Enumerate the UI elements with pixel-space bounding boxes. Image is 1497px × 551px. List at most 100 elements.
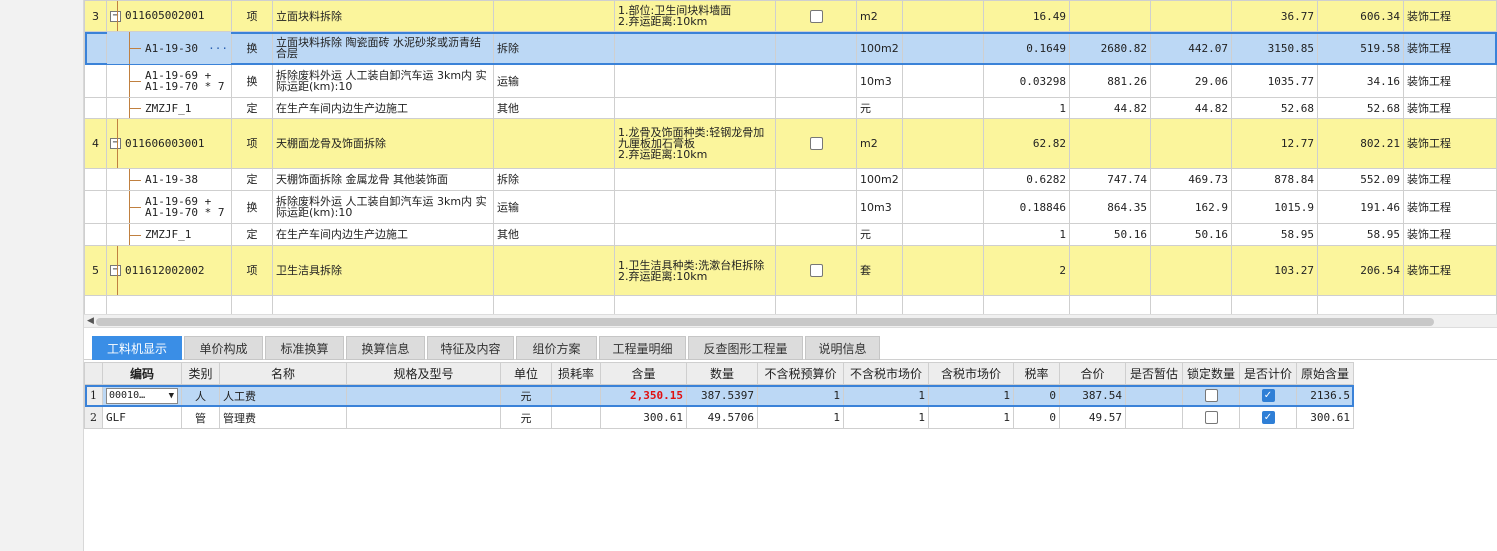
spec-cell[interactable]: [614, 223, 776, 246]
price3-cell[interactable]: 58.95: [1231, 223, 1318, 246]
column-header[interactable]: 税率: [1013, 362, 1060, 385]
code-cell[interactable]: 00010… ▼: [102, 384, 182, 407]
price3-cell[interactable]: 1015.9: [1231, 190, 1318, 224]
unit-cell[interactable]: m2: [856, 0, 903, 32]
category-cell[interactable]: 装饰工程: [1403, 168, 1497, 191]
market-price-cell[interactable]: 1: [843, 384, 929, 407]
tab-4[interactable]: 换算信息: [346, 336, 425, 360]
price2-cell[interactable]: 50.16: [1150, 223, 1232, 246]
item-grid[interactable]: 3 −011605002001 项 立面块料拆除 1.部位:卫生间块料墙面 2.…: [84, 0, 1497, 317]
sum-cell[interactable]: 49.57: [1059, 406, 1126, 429]
check-cell[interactable]: [775, 168, 857, 191]
column-header[interactable]: 不含税市场价: [843, 362, 929, 385]
type-cell[interactable]: 定: [231, 223, 273, 246]
tax-market-price-cell[interactable]: 1: [928, 384, 1014, 407]
tax-rate-cell[interactable]: 0: [1013, 384, 1060, 407]
check-cell[interactable]: [775, 97, 857, 119]
collapse-icon[interactable]: −: [110, 265, 121, 277]
price1-cell[interactable]: 44.82: [1069, 97, 1151, 119]
column-header[interactable]: 是否计价: [1239, 362, 1297, 385]
name-cell[interactable]: 立面块料拆除 陶瓷面砖 水泥砂浆或沥青结合层: [272, 31, 494, 65]
price1-cell[interactable]: [1069, 118, 1151, 169]
item-checkbox[interactable]: [809, 137, 823, 150]
category-cell[interactable]: 装饰工程: [1403, 190, 1497, 224]
tax-market-price-cell[interactable]: 1: [928, 406, 1014, 429]
lock-cell[interactable]: [1182, 384, 1240, 407]
column-header[interactable]: 含税市场价: [928, 362, 1014, 385]
code-cell[interactable]: A1-19-30 ···: [106, 31, 232, 65]
column-header[interactable]: 编码: [102, 362, 182, 385]
category-cell[interactable]: 装饰工程: [1403, 64, 1497, 98]
code-cell[interactable]: ZMZJF_1: [106, 223, 232, 246]
type-cell[interactable]: 换: [231, 31, 273, 65]
code-cell[interactable]: −011612002002: [106, 245, 232, 296]
blank-cell[interactable]: [902, 245, 984, 296]
qty-cell[interactable]: 1: [983, 97, 1070, 119]
type-cell[interactable]: 项: [231, 0, 273, 32]
name-cell[interactable]: 拆除废料外运 人工装自卸汽车运 3km内 实际运距(km):10: [272, 190, 494, 224]
price2-cell[interactable]: 442.07: [1150, 31, 1232, 65]
scroll-thumb[interactable]: [96, 318, 1434, 326]
unit-cell[interactable]: 100m2: [856, 31, 903, 65]
column-header[interactable]: 原始含量: [1296, 362, 1354, 385]
priced-checkbox[interactable]: ✓: [1261, 389, 1275, 403]
name-cell[interactable]: 立面块料拆除: [272, 0, 494, 32]
quota-row[interactable]: A1-19-69 + A1-19-70 * 7 换 拆除废料外运 人工装自卸汽车…: [84, 190, 1497, 224]
unit-cell[interactable]: 元: [856, 223, 903, 246]
scroll-left-icon[interactable]: ◀: [87, 316, 94, 326]
total-cell[interactable]: 552.09: [1317, 168, 1404, 191]
unit-cell[interactable]: 10m3: [856, 190, 903, 224]
priced-cell[interactable]: ✓: [1239, 406, 1297, 429]
extra-cell[interactable]: 其他: [493, 97, 615, 119]
price1-cell[interactable]: 747.74: [1069, 168, 1151, 191]
lock-cell[interactable]: [1182, 406, 1240, 429]
name-cell[interactable]: 天棚面龙骨及饰面拆除: [272, 118, 494, 169]
spec-cell[interactable]: [614, 97, 776, 119]
name-cell[interactable]: 在生产车间内边生产边施工: [272, 223, 494, 246]
total-cell[interactable]: 519.58: [1317, 31, 1404, 65]
extra-cell[interactable]: [493, 118, 615, 169]
qty-cell[interactable]: 1: [983, 223, 1070, 246]
spec-cell[interactable]: 1.部位:卫生间块料墙面 2.弃运距离:10km: [614, 0, 776, 32]
quota-row[interactable]: A1-19-30 ··· 换 立面块料拆除 陶瓷面砖 水泥砂浆或沥青结合层 拆除 …: [84, 31, 1497, 65]
loss-cell[interactable]: [551, 406, 601, 429]
price3-cell[interactable]: 12.77: [1231, 118, 1318, 169]
unit-cell[interactable]: 元: [500, 384, 552, 407]
price1-cell[interactable]: 864.35: [1069, 190, 1151, 224]
price2-cell[interactable]: 29.06: [1150, 64, 1232, 98]
unit-cell[interactable]: 100m2: [856, 168, 903, 191]
chevron-down-icon[interactable]: ▼: [169, 389, 174, 403]
spec-cell[interactable]: [614, 64, 776, 98]
spec-cell[interactable]: [346, 406, 501, 429]
extra-cell[interactable]: 运输: [493, 190, 615, 224]
qty-cell[interactable]: 0.03298: [983, 64, 1070, 98]
type-cell[interactable]: 定: [231, 168, 273, 191]
price2-cell[interactable]: 469.73: [1150, 168, 1232, 191]
code-cell[interactable]: A1-19-69 + A1-19-70 * 7: [106, 64, 232, 98]
spec-cell[interactable]: [614, 168, 776, 191]
lock-checkbox[interactable]: [1204, 389, 1218, 403]
extra-cell[interactable]: [493, 245, 615, 296]
estimate-cell[interactable]: [1125, 384, 1183, 407]
category-cell[interactable]: 装饰工程: [1403, 0, 1497, 32]
code-cell[interactable]: −011606003001: [106, 118, 232, 169]
price1-cell[interactable]: 881.26: [1069, 64, 1151, 98]
quota-row[interactable]: ZMZJF_1 定 在生产车间内边生产边施工 其他 元 1 44.82 44.8…: [84, 97, 1497, 119]
qty-cell[interactable]: 387.5397: [686, 384, 758, 407]
extra-cell[interactable]: 拆除: [493, 168, 615, 191]
price2-cell[interactable]: 162.9: [1150, 190, 1232, 224]
collapse-icon[interactable]: −: [110, 138, 121, 150]
resource-grid[interactable]: 编码 类别 名称 规格及型号 单位 损耗率 含量 数量 不含税预算价 不含税市场价 含税市场价 税率合…: [84, 362, 1354, 429]
blank-cell[interactable]: [902, 0, 984, 32]
estimate-cell[interactable]: [1125, 406, 1183, 429]
code-cell[interactable]: A1-19-38: [106, 168, 232, 191]
total-cell[interactable]: 206.54: [1317, 245, 1404, 296]
tab-2[interactable]: 单价构成: [184, 336, 263, 360]
item-checkbox[interactable]: [809, 9, 823, 23]
resource-row[interactable]: 1 00010… ▼ 人 人工费 元 2,350.15 387.5397 1 1 …: [84, 384, 1354, 407]
price3-cell[interactable]: 878.84: [1231, 168, 1318, 191]
blank-cell[interactable]: [902, 190, 984, 224]
total-cell[interactable]: 606.34: [1317, 0, 1404, 32]
blank-cell[interactable]: [902, 31, 984, 65]
column-header[interactable]: 数量: [686, 362, 758, 385]
